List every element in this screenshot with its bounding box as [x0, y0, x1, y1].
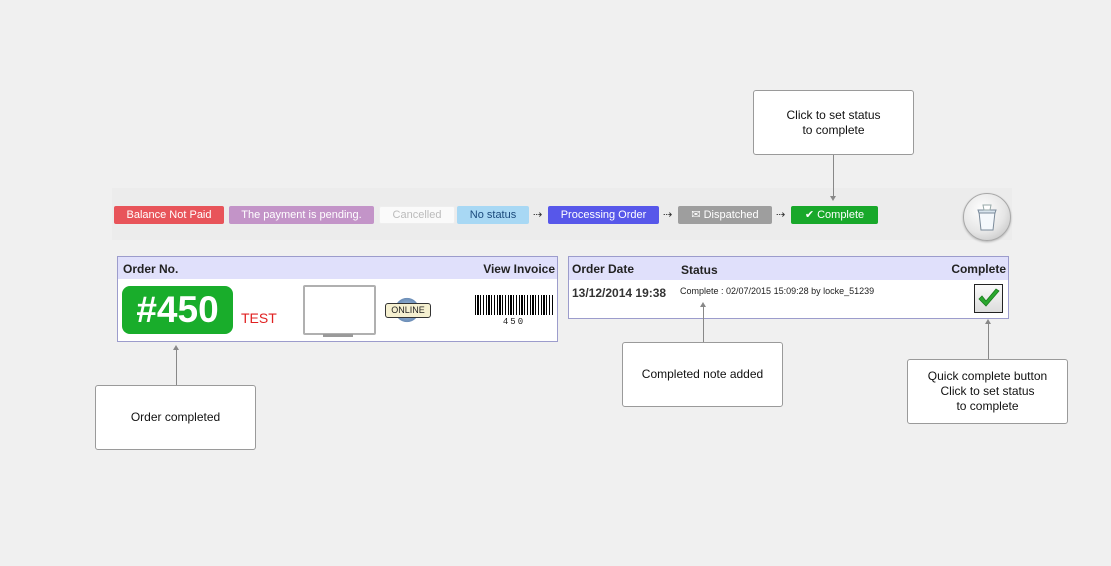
callout-text: Quick complete button [927, 369, 1048, 383]
connector-line [988, 324, 989, 359]
callout-text: Completed note added [641, 367, 764, 381]
complete-status-button[interactable]: ✔ Complete [791, 206, 878, 224]
monitor-icon[interactable] [303, 285, 376, 335]
arrow-down-icon [830, 196, 836, 201]
complete-label: Complete [817, 209, 865, 221]
note-added-callout: Completed note added [622, 342, 783, 407]
dispatched-label: Dispatched [703, 209, 759, 221]
connector-line [833, 155, 834, 196]
cancelled-status[interactable]: Cancelled [379, 206, 455, 224]
arrow-up-icon [985, 319, 991, 324]
no-status-button[interactable]: No status [457, 206, 529, 224]
callout-text: Order completed [130, 410, 221, 424]
monitor-stand [323, 334, 353, 337]
arrow-right-icon: ⇢ [776, 209, 786, 221]
arrow-up-icon [173, 345, 179, 350]
view-invoice-header: View Invoice [483, 262, 555, 276]
order-date-header: Order Date [572, 262, 635, 276]
status-header: Status [681, 263, 718, 277]
balance-not-paid-status[interactable]: Balance Not Paid [114, 206, 224, 224]
connector-line [703, 307, 704, 342]
processing-order-button[interactable]: Processing Order [548, 206, 659, 224]
quick-complete-callout: Quick complete button Click to set statu… [907, 359, 1068, 424]
status-panel: Order Date Status Complete 13/12/2014 19… [568, 256, 1009, 319]
online-badge: ONLINE [385, 303, 431, 318]
set-status-callout: Click to set status to complete [753, 90, 914, 155]
connector-line [176, 350, 177, 385]
order-date-value: 13/12/2014 19:38 [572, 286, 667, 300]
callout-text: to complete [956, 399, 1019, 413]
order-number-badge[interactable]: #450 [122, 286, 233, 334]
arrow-right-icon: ⇢ [663, 209, 673, 221]
arrow-up-icon [700, 302, 706, 307]
check-icon: ✔ [804, 209, 815, 221]
callout-text: Click to set status [786, 107, 881, 122]
order-completed-callout: Order completed [95, 385, 256, 450]
order-no-header: Order No. [123, 262, 179, 276]
callout-text: Click to set status [940, 384, 1035, 398]
payment-pending-status[interactable]: The payment is pending. [229, 206, 374, 224]
dispatched-button[interactable]: ✉ Dispatched [678, 206, 772, 224]
status-note: Complete : 02/07/2015 15:09:28 by locke_… [680, 286, 875, 296]
barcode-icon[interactable] [475, 295, 553, 315]
order-panel: Order No. View Invoice #450 TEST ONLINE … [117, 256, 558, 342]
envelope-icon: ✉ [691, 209, 701, 221]
test-label: TEST [241, 310, 277, 326]
quick-complete-button[interactable] [974, 284, 1003, 313]
callout-text: to complete [802, 122, 865, 137]
barcode-number: 450 [502, 317, 526, 327]
arrow-right-icon: ⇢ [533, 209, 543, 221]
status-panel-header [569, 257, 1008, 280]
complete-header: Complete [951, 262, 1006, 276]
checkmark-icon [978, 288, 1000, 307]
trash-bin-icon[interactable] [963, 193, 1011, 241]
